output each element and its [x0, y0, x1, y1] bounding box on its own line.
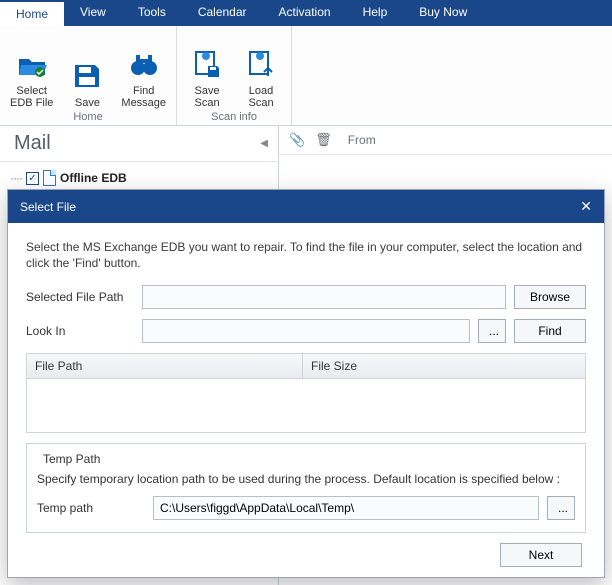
temp-path-legend: Temp Path: [39, 452, 104, 466]
binoculars-icon: [129, 46, 159, 82]
temp-path-fieldset: Temp Path Specify temporary location pat…: [26, 443, 586, 533]
find-message-label: Find Message: [121, 85, 166, 109]
tree-checkbox[interactable]: ✓: [26, 172, 39, 185]
attachment-icon[interactable]: 📎: [289, 132, 305, 148]
next-button[interactable]: Next: [500, 543, 582, 567]
doc-load-icon: [246, 46, 276, 82]
document-icon: [43, 170, 56, 186]
temp-path-desc: Specify temporary location path to be us…: [37, 472, 575, 486]
mail-header: Mail ◀: [0, 126, 278, 162]
temp-path-browse-button[interactable]: ...: [547, 496, 575, 520]
dialog-instruction: Select the MS Exchange EDB you want to r…: [26, 239, 586, 271]
look-in-browse-button[interactable]: ...: [478, 319, 506, 343]
tree-node-label: Offline EDB: [60, 171, 127, 185]
look-in-input[interactable]: [142, 319, 470, 343]
tab-calendar[interactable]: Calendar: [182, 0, 263, 26]
mail-title: Mail: [14, 132, 51, 155]
select-file-dialog: Select File ✕ Select the MS Exchange EDB…: [7, 189, 605, 578]
trash-icon[interactable]: 🗑: [315, 132, 332, 148]
select-edb-file-button[interactable]: Select EDB File: [10, 46, 53, 109]
chevron-left-icon[interactable]: ◀: [260, 138, 268, 149]
folder-open-icon: [17, 46, 47, 82]
close-icon[interactable]: ✕: [580, 198, 592, 215]
temp-path-label: Temp path: [37, 501, 145, 515]
column-file-path[interactable]: File Path: [27, 354, 303, 378]
ribbon-group-scaninfo: Save Scan Load Scan Scan info: [177, 26, 292, 125]
find-button[interactable]: Find: [514, 319, 586, 343]
ribbon-group-home: Select EDB File Save Find Message Home: [0, 26, 177, 125]
selected-file-path-label: Selected File Path: [26, 290, 134, 304]
tab-activation[interactable]: Activation: [263, 0, 347, 26]
ribbon: Select EDB File Save Find Message Home: [0, 26, 612, 126]
tab-help[interactable]: Help: [347, 0, 404, 26]
ribbon-group-scaninfo-title: Scan info: [211, 111, 257, 123]
save-icon: [73, 58, 101, 94]
column-file-size[interactable]: File Size: [303, 354, 585, 378]
browse-button[interactable]: Browse: [514, 285, 586, 309]
ribbon-group-home-title: Home: [73, 111, 102, 123]
menu-tabbar: Home View Tools Calendar Activation Help…: [0, 0, 612, 26]
save-button[interactable]: Save: [67, 58, 107, 109]
tab-tools[interactable]: Tools: [122, 0, 182, 26]
find-message-button[interactable]: Find Message: [121, 46, 166, 109]
tab-view[interactable]: View: [64, 0, 122, 26]
save-scan-button[interactable]: Save Scan: [187, 46, 227, 109]
load-scan-button[interactable]: Load Scan: [241, 46, 281, 109]
selected-file-path-input[interactable]: [142, 285, 506, 309]
column-from[interactable]: From: [342, 133, 602, 147]
save-scan-label: Save Scan: [195, 85, 220, 109]
dialog-title: Select File: [20, 200, 76, 214]
save-label: Save: [75, 97, 100, 109]
doc-save-icon: [192, 46, 222, 82]
tree-node-offline-edb[interactable]: ···· ✓ Offline EDB: [10, 170, 268, 186]
look-in-label: Look In: [26, 324, 134, 338]
tree-dots-icon: ····: [10, 171, 22, 185]
dialog-titlebar: Select File ✕: [8, 190, 604, 223]
temp-path-input[interactable]: [153, 496, 539, 520]
tab-buynow[interactable]: Buy Now: [403, 0, 483, 26]
tab-home[interactable]: Home: [0, 0, 64, 26]
results-table: File Path File Size: [26, 353, 586, 433]
select-edb-file-label: Select EDB File: [10, 85, 53, 109]
load-scan-label: Load Scan: [249, 85, 274, 109]
